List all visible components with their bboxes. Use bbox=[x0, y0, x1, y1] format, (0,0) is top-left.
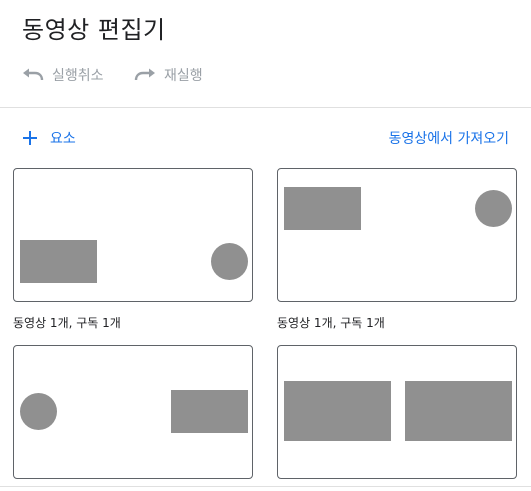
bottom-divider bbox=[0, 486, 531, 487]
add-element-label: 요소 bbox=[50, 131, 76, 147]
redo-icon bbox=[134, 68, 155, 81]
video-placeholder bbox=[405, 381, 512, 441]
subscribe-placeholder bbox=[20, 393, 57, 430]
subscribe-placeholder bbox=[211, 243, 248, 280]
add-element-button[interactable]: 요소 bbox=[23, 126, 76, 150]
page-title: 동영상 편집기 bbox=[22, 16, 166, 44]
video-placeholder bbox=[284, 381, 391, 441]
layout-caption: 동영상 1개, 구독 1개 bbox=[277, 316, 385, 330]
layout-caption: 동영상 1개, 구독 1개 bbox=[13, 316, 121, 330]
undo-icon bbox=[23, 68, 44, 81]
layout-card-video-top-left[interactable] bbox=[277, 168, 517, 302]
redo-button[interactable]: 재실행 bbox=[134, 62, 203, 88]
toolbar-divider bbox=[0, 107, 531, 108]
video-placeholder bbox=[284, 187, 361, 230]
undo-button[interactable]: 실행취소 bbox=[22, 62, 104, 88]
layout-card-video-bottom-left[interactable] bbox=[13, 168, 253, 302]
plus-icon bbox=[23, 131, 37, 145]
import-from-video-button[interactable]: 동영상에서 가져오기 bbox=[389, 126, 509, 150]
subscribe-placeholder bbox=[475, 190, 512, 227]
video-placeholder bbox=[171, 390, 248, 433]
layout-card-video-right[interactable] bbox=[13, 345, 253, 479]
layout-card-two-videos[interactable] bbox=[277, 345, 517, 479]
redo-label: 재실행 bbox=[164, 68, 203, 84]
video-placeholder bbox=[20, 240, 97, 283]
undo-label: 실행취소 bbox=[52, 68, 104, 84]
